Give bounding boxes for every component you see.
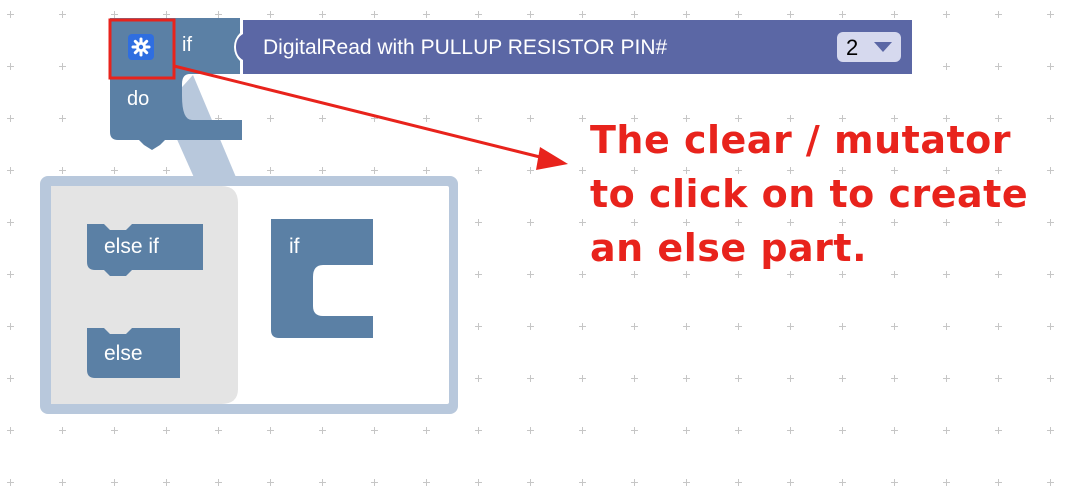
pin-value: 2: [846, 35, 858, 60]
annotation-line-1: The clear / mutator: [590, 118, 1011, 162]
do-label: do: [127, 88, 149, 110]
annotation-line-2: to click on to create: [590, 172, 1029, 216]
annotation-arrowhead: [536, 147, 568, 170]
else-label: else: [104, 342, 143, 365]
digitalread-label: DigitalRead with PULLUP RESISTOR PIN#: [263, 36, 668, 59]
annotation-arrow: [173, 64, 545, 160]
else-if-label: else if: [104, 235, 159, 258]
gear-icon: [131, 37, 151, 57]
mutator-button[interactable]: [128, 34, 154, 60]
annotation-text: The clear / mutator to click on to creat…: [590, 113, 1050, 275]
mutator-bubble: [40, 176, 458, 414]
annotation-line-3: an else part.: [590, 226, 868, 270]
pin-dropdown[interactable]: 2: [837, 32, 901, 62]
if-label: if: [182, 34, 192, 56]
container-if-label: if: [289, 235, 300, 258]
